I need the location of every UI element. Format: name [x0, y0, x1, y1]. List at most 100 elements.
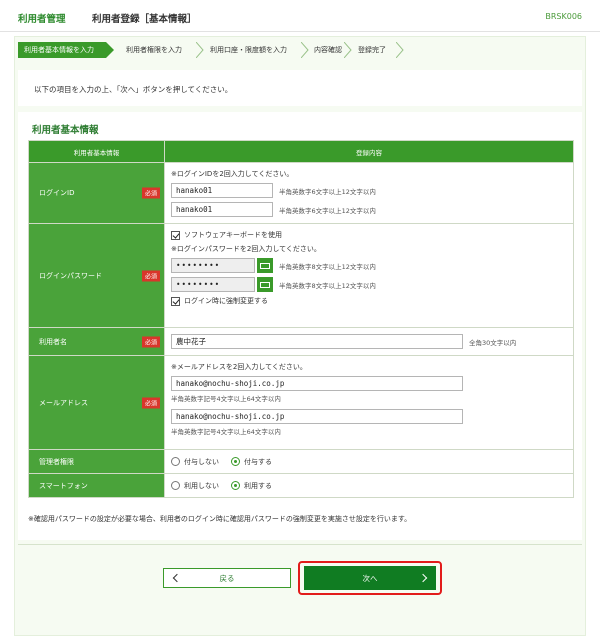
keyboard-icon [260, 262, 270, 269]
smartphone-options: 利用しない 利用する [171, 481, 567, 491]
back-button[interactable]: 戻る [163, 568, 291, 588]
admin-on-label: 付与する [244, 457, 272, 466]
login-password-line-1: •••••••• 半角英数字8文字以上12文字以内 [171, 258, 567, 273]
keyboard-icon [260, 281, 270, 288]
user-name-hint: 全角30文字以内 [469, 338, 517, 347]
email-confirm-input[interactable]: hanako@nochu-shoji.co.jp [171, 409, 463, 424]
admin-off-label: 付与しない [184, 457, 219, 466]
email-cell: ※メールアドレスを2回入力してください。 hanako@nochu-shoji.… [164, 355, 574, 450]
admin-off-radio[interactable] [171, 457, 180, 466]
email-confirm-hint: 半角英数字記号4文字以上64文字以内 [171, 428, 281, 436]
smartphone-off-label: 利用しない [184, 481, 219, 490]
step-2: 利用者権限を入力 [114, 42, 196, 58]
software-keyboard-label: ソフトウェアキーボードを使用 [184, 231, 282, 239]
form-section: 利用者基本情報 利用者基本情報 登録内容 ログインID 必須 ※ログインIDを2… [18, 112, 582, 540]
row-email: メールアドレス 必須 ※メールアドレスを2回入力してください。 hanako@n… [28, 355, 574, 450]
step-indicator: 利用者基本情報を入力 利用者権限を入力 利用口座・限度額を入力 内容確認 登録完… [18, 42, 558, 58]
admin-options: 付与しない 付与する [171, 457, 567, 467]
force-change-line: ログイン時に強制変更する [171, 296, 567, 306]
required-badge: 必須 [141, 270, 160, 281]
login-password-note: ※ログインパスワードを2回入力してください。 [171, 245, 321, 253]
section-title: 利用者基本情報 [32, 125, 99, 136]
page-title: 利用者登録［基本情報］ [92, 14, 197, 25]
admin-cell: 付与しない 付与する [164, 449, 574, 474]
login-id-label: ログインID 必須 [28, 162, 165, 224]
login-password-input[interactable]: •••••••• [171, 258, 255, 273]
smartphone-label-text: スマートフォン [39, 481, 88, 490]
force-change-label: ログイン時に強制変更する [184, 297, 268, 305]
step-4-label: 内容確認 [314, 46, 342, 54]
page-header: 利用者管理 利用者登録［基本情報］ BRSK006 [0, 0, 600, 32]
login-id-hint: 半角英数字6文字以上12文字以内 [279, 187, 376, 196]
next-button[interactable]: 次へ [304, 566, 436, 590]
row-login-password: ログインパスワード 必須 ソフトウェアキーボードを使用 ※ログインパスワードを2… [28, 223, 574, 328]
email-label: メールアドレス 必須 [28, 355, 165, 450]
required-badge: 必須 [141, 397, 160, 408]
login-id-line-2: hanako01 半角英数字6文字以上12文字以内 [171, 202, 567, 217]
next-button-label: 次へ [362, 573, 378, 583]
step-1: 利用者基本情報を入力 [18, 42, 114, 58]
login-id-label-text: ログインID [39, 189, 75, 197]
smartphone-cell: 利用しない 利用する [164, 473, 574, 498]
software-keyboard-button[interactable] [257, 277, 273, 292]
login-id-cell: ※ログインIDを2回入力してください。 hanako01 半角英数字6文字以上1… [164, 162, 574, 224]
smartphone-on-label: 利用する [244, 481, 272, 490]
intro-box: 以下の項目を入力の上、「次へ」ボタンを押してください。 [18, 70, 582, 106]
row-admin: 管理者権限 付与しない 付与する [28, 449, 574, 474]
screen-code: BRSK006 [545, 12, 582, 21]
row-login-id: ログインID 必須 ※ログインIDを2回入力してください。 hanako01 半… [28, 162, 574, 224]
user-name-line: 農中花子 全角30文字以内 [171, 334, 567, 349]
row-smartphone: スマートフォン 利用しない 利用する [28, 473, 574, 498]
email-label-text: メールアドレス [39, 398, 88, 407]
login-id-confirm-hint: 半角英数字6文字以上12文字以内 [279, 206, 376, 215]
login-password-confirm-input[interactable]: •••••••• [171, 277, 255, 292]
step-5-label: 登録完了 [358, 46, 386, 54]
login-password-confirm-hint: 半角英数字8文字以上12文字以内 [279, 281, 376, 290]
software-keyboard-button[interactable] [257, 258, 273, 273]
step-3: 利用口座・限度額を入力 [198, 42, 298, 58]
col-item-header: 利用者基本情報 [28, 140, 165, 163]
table-header: 利用者基本情報 登録内容 [28, 140, 574, 163]
divider [18, 544, 582, 545]
row-user-name: 利用者名 必須 農中花子 全角30文字以内 [28, 327, 574, 356]
required-badge: 必須 [141, 336, 160, 347]
admin-on-radio[interactable] [231, 457, 240, 466]
login-password-label: ログインパスワード 必須 [28, 223, 165, 328]
software-keyboard-line: ソフトウェアキーボードを使用 [171, 230, 567, 240]
step-separator-icon [396, 42, 404, 58]
login-password-label-text: ログインパスワード [39, 271, 102, 280]
email-input[interactable]: hanako@nochu-shoji.co.jp [171, 376, 463, 391]
login-id-line-1: hanako01 半角英数字6文字以上12文字以内 [171, 183, 567, 198]
email-hint: 半角英数字記号4文字以上64文字以内 [171, 395, 281, 403]
step-1-label: 利用者基本情報を入力 [24, 46, 94, 54]
smartphone-label: スマートフォン [28, 473, 165, 498]
login-password-line-2: •••••••• 半角英数字8文字以上12文字以内 [171, 277, 567, 292]
login-id-input[interactable]: hanako01 [171, 183, 273, 198]
user-info-table: 利用者基本情報 登録内容 ログインID 必須 ※ログインIDを2回入力してくださ… [28, 140, 574, 498]
email-note: ※メールアドレスを2回入力してください。 [171, 363, 307, 371]
admin-label: 管理者権限 [28, 449, 165, 474]
user-name-input[interactable]: 農中花子 [171, 334, 463, 349]
step-2-label: 利用者権限を入力 [126, 46, 182, 54]
login-password-cell: ソフトウェアキーボードを使用 ※ログインパスワードを2回入力してください。 ••… [164, 223, 574, 328]
user-name-cell: 農中花子 全角30文字以内 [164, 327, 574, 356]
smartphone-off-radio[interactable] [171, 481, 180, 490]
admin-label-text: 管理者権限 [39, 457, 74, 466]
user-name-label-text: 利用者名 [39, 337, 67, 346]
smartphone-on-radio[interactable] [231, 481, 240, 490]
login-password-hint: 半角英数字8文字以上12文字以内 [279, 262, 376, 271]
login-id-note: ※ログインIDを2回入力してください。 [171, 170, 294, 178]
login-id-confirm-input[interactable]: hanako01 [171, 202, 273, 217]
step-5: 登録完了 [346, 42, 396, 58]
user-name-label: 利用者名 必須 [28, 327, 165, 356]
software-keyboard-checkbox[interactable] [171, 230, 180, 240]
step-3-label: 利用口座・限度額を入力 [210, 46, 287, 54]
footnote: ※確認用パスワードの設定が必要な場合、利用者のログイン時に確認用パスワードの強制… [28, 515, 412, 523]
required-badge: 必須 [141, 187, 160, 199]
app-name: 利用者管理 [18, 14, 66, 25]
back-button-label: 戻る [219, 573, 235, 583]
intro-text: 以下の項目を入力の上、「次へ」ボタンを押してください。 [34, 85, 233, 94]
force-change-checkbox[interactable] [171, 296, 180, 306]
col-content-header: 登録内容 [164, 140, 574, 163]
step-4: 内容確認 [302, 42, 350, 58]
